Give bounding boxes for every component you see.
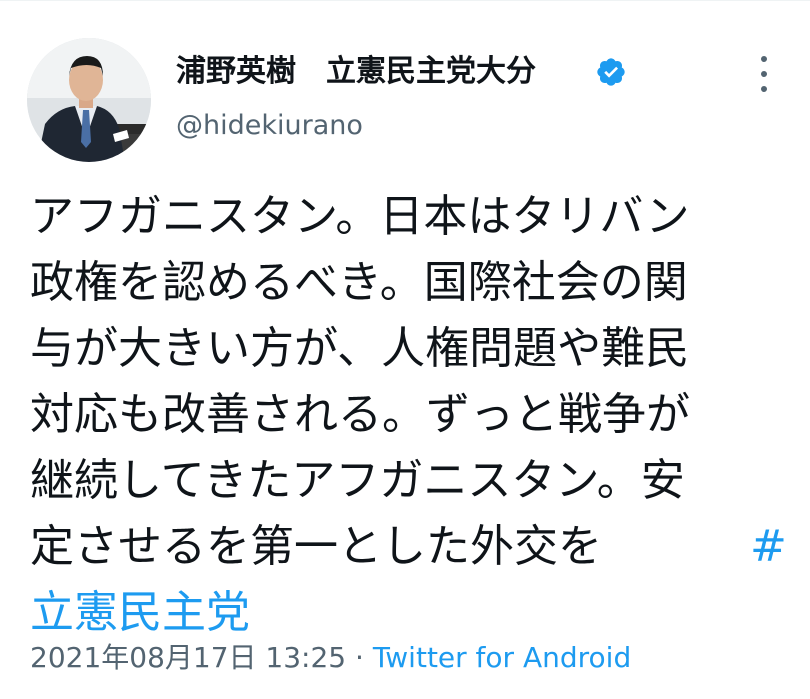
more-dot [761, 56, 767, 62]
tweet-timestamp[interactable]: 2021年08月17日 13:25 [30, 641, 346, 674]
hashtag-prefix[interactable]: # [750, 514, 787, 580]
tweet-text-line: 継続してきたアフガニスタン。安 [30, 455, 685, 506]
author-display-name[interactable]: 浦野英樹 立憲民主党大分 [176, 52, 536, 92]
verified-badge-icon [597, 58, 625, 86]
tweet-text-line: 対応も改善される。ずっと戦争が [30, 389, 690, 440]
tweet-text-line-with-hashtag: 定させるを第一とした外交を # [30, 514, 790, 580]
tweet-source-link[interactable]: Twitter for Android [373, 641, 631, 674]
avatar[interactable] [27, 38, 151, 162]
tweet-meta: 2021年08月17日 13:25 · Twitter for Android [30, 636, 631, 680]
author-handle[interactable]: @hidekiurano [176, 106, 363, 146]
meta-separator: · [346, 641, 373, 674]
tweet-text-line: アフガニスタン。日本はタリバン [30, 191, 690, 242]
tweet-text: アフガニスタン。日本はタリバン 政権を認めるべき。国際社会の関 与が大きい方が、… [30, 184, 790, 646]
top-divider [0, 0, 810, 1]
tweet-text-line: 政権を認めるべき。国際社会の関 [30, 257, 688, 308]
more-options-icon[interactable] [752, 56, 776, 92]
tweet-text-line: 与が大きい方が、人権問題や難民 [30, 323, 690, 374]
tweet-text-line: 定させるを第一とした外交を [30, 521, 602, 572]
more-dot [761, 71, 767, 77]
profile-photo [27, 38, 151, 162]
more-dot [761, 86, 767, 92]
